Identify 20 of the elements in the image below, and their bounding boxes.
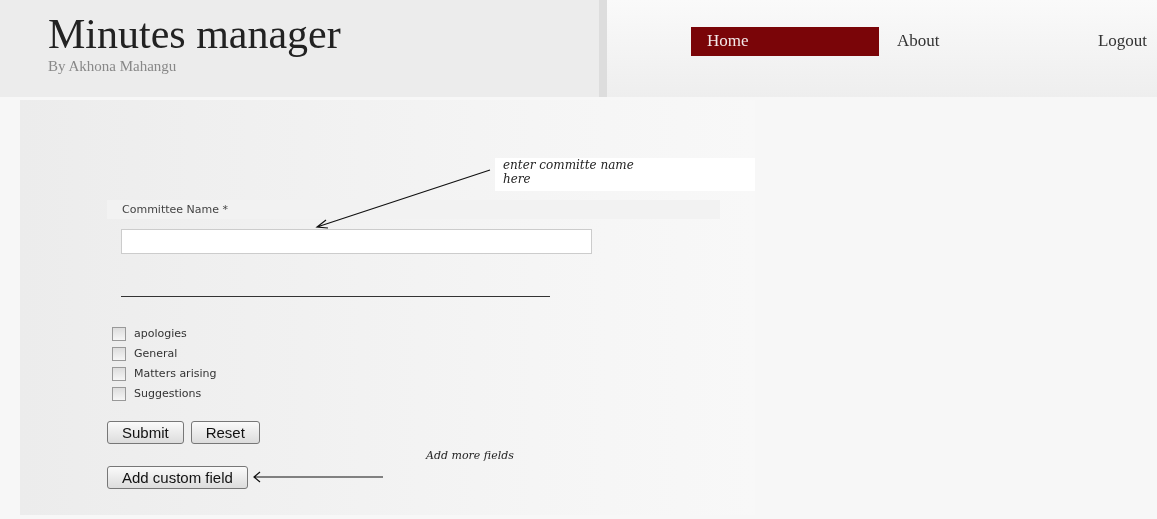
checkbox[interactable] — [112, 366, 126, 381]
nav-link[interactable]: About — [878, 27, 1082, 56]
site-title: Minutes manager — [48, 12, 342, 57]
checkbox[interactable] — [112, 326, 126, 341]
annotation-note: Add more fields — [426, 448, 514, 462]
add-custom-field-button[interactable]: Add custom field — [107, 465, 248, 489]
checkbox-label: General — [134, 347, 178, 361]
annotation-note: enter committe name here — [495, 158, 755, 191]
checkbox-label: Suggestions — [134, 387, 202, 401]
checkbox-label: apologies — [134, 327, 187, 341]
checkbox-label: Matters arising — [134, 367, 217, 381]
form-button[interactable]: Reset — [190, 420, 260, 444]
checkbox[interactable] — [112, 346, 126, 361]
form-button[interactable]: Submit — [107, 420, 184, 444]
checkbox[interactable] — [112, 386, 126, 401]
nav-link[interactable]: Home — [690, 27, 879, 56]
site-subtitle: By Akhona Mahangu — [48, 58, 178, 76]
field-label: Committee Name * — [107, 199, 720, 219]
nav-link[interactable]: Logout — [1081, 27, 1157, 56]
committee-name-input[interactable] — [121, 228, 592, 254]
